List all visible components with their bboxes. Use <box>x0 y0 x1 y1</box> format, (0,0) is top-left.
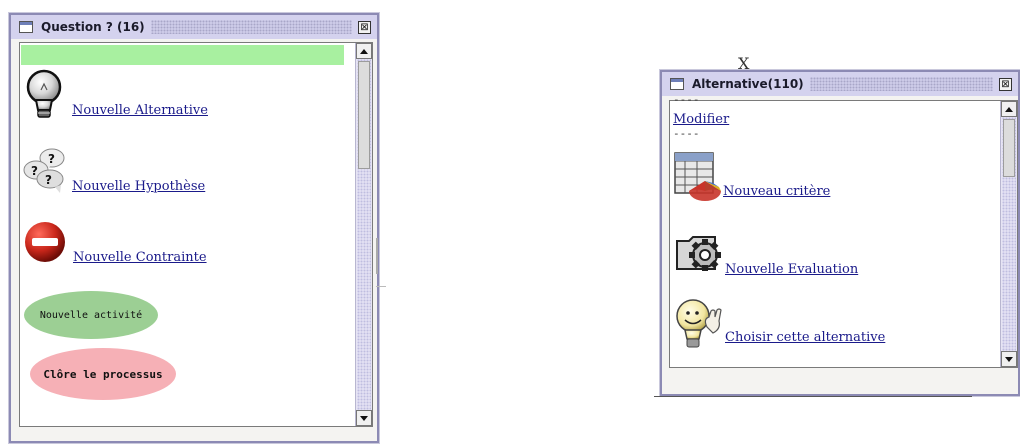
arrow-down-icon <box>360 415 368 421</box>
new-evaluation-link[interactable]: Nouvelle Evaluation <box>725 262 858 277</box>
list-item: ? ? ? Nouvelle Hypothèse <box>22 144 205 194</box>
separator: ---- <box>673 127 700 140</box>
svg-text:?: ? <box>45 173 52 187</box>
svg-text:?: ? <box>48 152 55 166</box>
arrow-down-icon <box>1005 356 1013 362</box>
choose-alternative-link[interactable]: Choisir cette alternative <box>725 330 885 345</box>
scroll-up-button[interactable] <box>1001 101 1017 117</box>
separator: ---- <box>673 93 700 106</box>
list-item: Choisir cette alternative <box>673 295 885 351</box>
question-bubbles-icon: ? ? ? <box>22 146 70 194</box>
titlebar-grip <box>150 20 352 34</box>
scroll-track[interactable] <box>1002 117 1016 351</box>
list-item: Nouvelle Evaluation <box>675 225 858 277</box>
lightbulb-icon <box>22 68 68 122</box>
alternative-window-content: ---- Modifier ---- Nouveau critère Nouve… <box>669 93 1018 368</box>
window-icon <box>670 78 684 90</box>
background-fragment <box>376 238 378 274</box>
svg-text:?: ? <box>31 164 38 178</box>
question-window-titlebar[interactable]: Question ? (16) ⊠ <box>11 15 377 39</box>
titlebar-grip <box>809 77 993 91</box>
modify-link[interactable]: Modifier <box>673 112 729 127</box>
new-alternative-link[interactable]: Nouvelle Alternative <box>72 103 208 118</box>
alternative-window-title: Alternative(110) <box>692 77 810 91</box>
scroll-track[interactable] <box>357 59 371 410</box>
chart-table-icon <box>673 151 723 201</box>
window-icon <box>19 21 33 33</box>
alternative-window-titlebar[interactable]: Alternative(110) ⊠ <box>662 72 1018 96</box>
list-item: Nouveau critère <box>673 147 830 201</box>
list-item: Nouvelle Contrainte <box>24 215 207 265</box>
question-scrollbar[interactable] <box>355 43 372 426</box>
new-activity-button[interactable]: Nouvelle activité <box>24 291 158 339</box>
scroll-thumb[interactable] <box>1003 119 1015 177</box>
arrow-up-icon <box>360 48 368 54</box>
scroll-up-button[interactable] <box>356 43 372 59</box>
close-icon[interactable]: ⊠ <box>999 77 1012 91</box>
new-hypothesis-link[interactable]: Nouvelle Hypothèse <box>72 179 205 194</box>
question-window-content: Nouvelle Alternative ? ? ? Nouvelle Hypo… <box>19 42 373 427</box>
list-item: Nouvelle Alternative <box>22 68 208 122</box>
question-window: Question ? (16) ⊠ Nouvelle Alternative ?… <box>9 13 379 443</box>
scroll-thumb[interactable] <box>358 61 370 169</box>
background-fragment <box>376 286 386 287</box>
close-process-button[interactable]: Clôre le processus <box>30 348 176 400</box>
window-shadow-line <box>654 396 972 397</box>
smiling-bulb-icon <box>673 297 725 351</box>
gear-folder-icon <box>675 229 725 277</box>
new-criterion-link[interactable]: Nouveau critère <box>723 184 830 199</box>
scroll-down-button[interactable] <box>1001 351 1017 367</box>
alternative-window: Alternative(110) ⊠ ---- Modifier ---- No… <box>660 70 1020 396</box>
new-constraint-link[interactable]: Nouvelle Contrainte <box>73 250 207 265</box>
highlight-bar <box>21 45 344 65</box>
question-window-title: Question ? (16) <box>41 20 151 34</box>
stop-sign-icon <box>24 221 68 265</box>
alternative-scrollbar[interactable] <box>1000 101 1017 367</box>
scroll-down-button[interactable] <box>356 410 372 426</box>
close-icon[interactable]: ⊠ <box>358 20 371 34</box>
arrow-up-icon <box>1005 106 1013 112</box>
